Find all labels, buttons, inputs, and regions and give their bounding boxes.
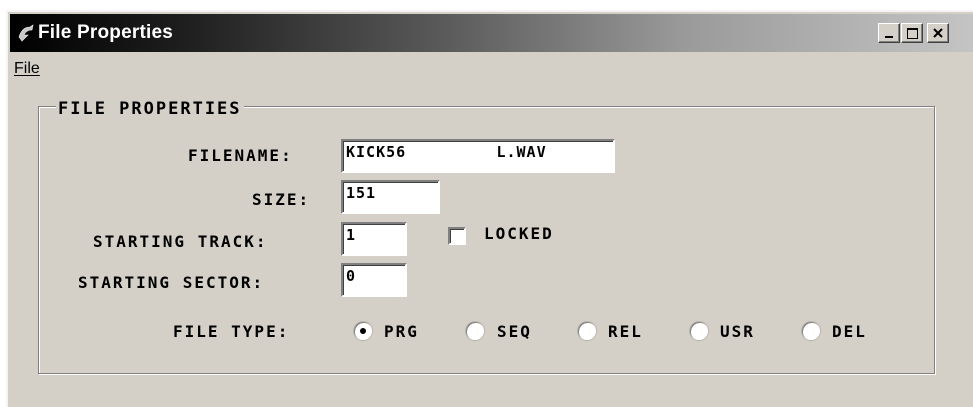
group-title: FILE PROPERTIES bbox=[56, 99, 244, 119]
radio-usr[interactable] bbox=[690, 322, 708, 340]
close-icon bbox=[933, 28, 943, 38]
radio-del[interactable] bbox=[802, 322, 820, 340]
app-icon bbox=[18, 24, 34, 42]
file-type-label: FILE TYPE: bbox=[173, 322, 290, 341]
radio-usr-label[interactable]: USR bbox=[720, 322, 755, 341]
radio-rel[interactable] bbox=[578, 322, 596, 340]
locked-label[interactable]: LOCKED bbox=[484, 224, 554, 243]
radio-seq[interactable] bbox=[466, 322, 484, 340]
title-bar[interactable]: File Properties bbox=[10, 14, 973, 52]
minimize-button[interactable] bbox=[878, 23, 900, 43]
starting-track-label: STARTING TRACK: bbox=[93, 232, 268, 251]
close-button[interactable] bbox=[927, 23, 949, 43]
locked-checkbox[interactable] bbox=[448, 227, 466, 245]
starting-sector-label: STARTING SECTOR: bbox=[78, 273, 265, 292]
filename-label: FILENAME: bbox=[188, 146, 293, 165]
starting-track-field[interactable]: 1 bbox=[341, 222, 407, 256]
window-title: File Properties bbox=[38, 22, 173, 43]
menu-file[interactable]: File bbox=[14, 60, 40, 78]
maximize-button[interactable] bbox=[901, 23, 923, 43]
radio-rel-label[interactable]: REL bbox=[608, 322, 643, 341]
radio-seq-label[interactable]: SEQ bbox=[497, 322, 532, 341]
size-field[interactable]: 151 bbox=[341, 180, 440, 214]
radio-del-label[interactable]: DEL bbox=[832, 322, 867, 341]
starting-sector-field[interactable]: 0 bbox=[341, 263, 407, 297]
radio-prg-label[interactable]: PRG bbox=[384, 322, 419, 341]
size-label: SIZE: bbox=[252, 190, 311, 209]
radio-prg[interactable] bbox=[354, 322, 372, 340]
filename-field[interactable]: KICK56 L.WAV bbox=[341, 139, 615, 173]
